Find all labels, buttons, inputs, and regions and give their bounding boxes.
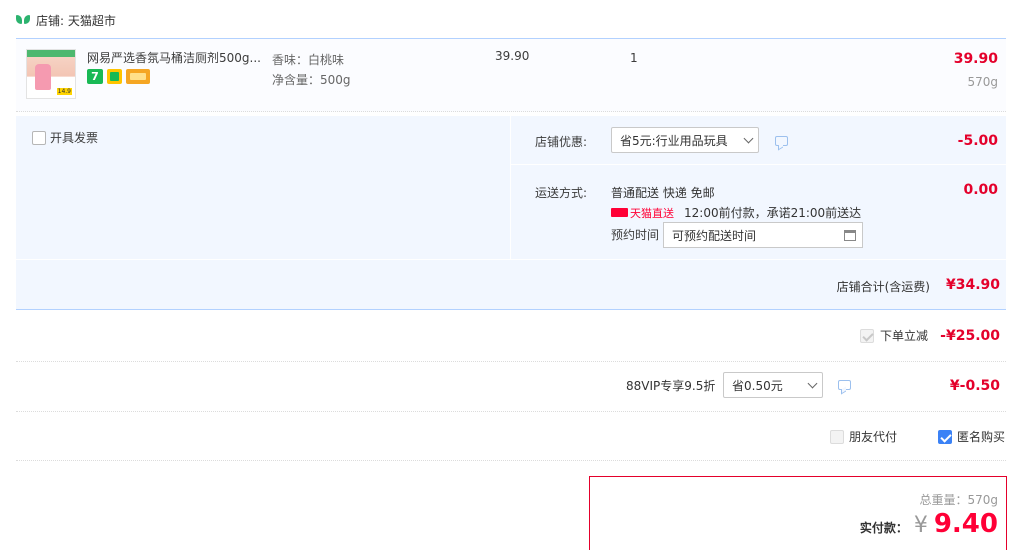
invoice-checkbox[interactable] [32, 130, 46, 145]
friend-pay-option[interactable]: 朋友代付 [830, 428, 897, 445]
service-icons: 7 [87, 69, 150, 84]
product-thumbnail[interactable]: 14.9 [26, 49, 76, 99]
order-options-panel: 开具发票 店铺优惠: 省5元:行业用品玩具 -5.00 运送方式: 普通配送 快… [16, 116, 1006, 310]
reserve-time-placeholder: 可预约配送时间 [672, 228, 757, 243]
product-spec-volume: 净含量：500g [272, 73, 351, 87]
message-icon[interactable] [838, 380, 851, 390]
anonymous-buy-checkbox[interactable] [938, 429, 952, 444]
seven-day-return-icon: 7 [87, 69, 103, 84]
item-weight: 570g [967, 75, 998, 89]
payment-summary: 总重量：570g 实付款： ¥ 9.40 [589, 476, 1007, 550]
shop-discount-select[interactable]: 省5元:行业用品玩具 [611, 127, 759, 153]
invoice-option[interactable]: 开具发票 [32, 129, 98, 146]
product-title[interactable]: 网易严选香氛马桶洁厕剂500g... [87, 49, 261, 66]
friend-pay-label: 朋友代付 [849, 430, 898, 444]
tmall-direct-label: 天猫直送 [630, 206, 674, 220]
instant-discount-checkbox [860, 328, 874, 343]
order-item-row: 14.9 网易严选香氛马桶洁厕剂500g... 7 香味：白桃味 净含量：500… [16, 38, 1006, 112]
tmall-shop-icon [16, 14, 30, 26]
chevron-down-icon [743, 133, 754, 143]
message-icon[interactable] [775, 136, 788, 146]
shipping-label: 运送方式: [535, 186, 588, 200]
anonymous-buy-option[interactable]: 匿名购买 [938, 428, 1005, 445]
instant-discount-option: 下单立减 [860, 327, 928, 344]
delivery-promise-text: 12:00前付款，承诺21:00前送达 [684, 206, 862, 220]
guarantee-icon [107, 69, 122, 84]
total-weight-label: 总重量： [919, 493, 968, 507]
vip-discount-amount: ¥-0.50 [949, 378, 1000, 394]
shipping-amount: 0.00 [963, 182, 998, 198]
item-subtotal: 39.90 [953, 51, 998, 67]
shop-discount-amount: -5.00 [957, 133, 998, 149]
delivery-promise: 天猫直送 12:00前付款，承诺21:00前送达 [611, 204, 861, 221]
card-pay-icon [126, 69, 150, 84]
shop-total-amount: ¥34.90 [945, 277, 1000, 293]
instant-discount-amount: -¥25.00 [940, 328, 1000, 344]
shop-total-label: 店铺合计(含运费) [836, 280, 930, 294]
instant-discount-label: 下单立减 [880, 329, 929, 343]
shop-header: 店铺: 天猫超市 [16, 10, 116, 30]
currency-symbol: ¥ [913, 513, 928, 538]
calendar-icon[interactable] [844, 229, 856, 241]
anonymous-buy-label: 匿名购买 [957, 430, 1006, 444]
reserve-time-input[interactable]: 可预约配送时间 [663, 222, 863, 248]
tmall-logo-icon [611, 208, 628, 217]
quantity: 1 [630, 51, 638, 65]
shop-discount-label: 店铺优惠: [535, 135, 588, 149]
chevron-down-icon [807, 378, 818, 388]
total-weight-value: 570g [967, 493, 998, 507]
shop-name[interactable]: 店铺: 天猫超市 [36, 12, 116, 29]
unit-price: 39.90 [495, 49, 530, 63]
pay-amount: 9.40 [933, 509, 998, 539]
pay-amount-row: 实付款： ¥ 9.40 [860, 509, 998, 539]
reserve-time-label: 预约时间 [611, 228, 660, 242]
tmall-direct-badge: 天猫直送 [611, 205, 674, 221]
shop-discount-selected: 省5元:行业用品玩具 [620, 133, 728, 148]
vip-discount-selected: 省0.50元 [732, 378, 783, 393]
shipping-method: 普通配送 快递 免邮 [611, 186, 715, 200]
product-spec-scent: 香味：白桃味 [272, 53, 345, 67]
vip-discount-label: 88VIP专享9.5折 [626, 379, 716, 393]
vip-discount-select[interactable]: 省0.50元 [723, 372, 823, 398]
friend-pay-checkbox[interactable] [830, 429, 844, 444]
total-weight: 总重量：570g [919, 491, 998, 508]
pay-label: 实付款： [859, 521, 908, 535]
invoice-label: 开具发票 [50, 131, 99, 145]
thumbnail-price-tag: 14.9 [56, 88, 72, 95]
